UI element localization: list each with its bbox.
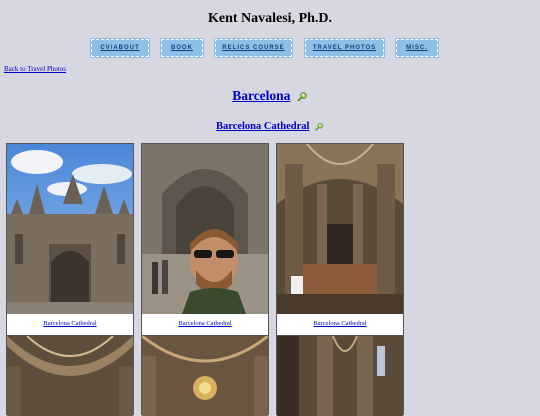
main-nav: CV/ABOUT BOOK RELICS COURSE TRAVEL PHOTO…	[0, 39, 540, 59]
photo-thumbnail[interactable]	[277, 144, 403, 314]
city-heading: Barcelona	[0, 88, 540, 104]
photo-card: Barcelona Cathedral	[141, 143, 269, 336]
map-pin-icon[interactable]	[314, 122, 324, 132]
photo-thumbnail[interactable]	[7, 336, 133, 416]
nav-travel-photos[interactable]: TRAVEL PHOTOS	[305, 39, 384, 57]
photo-thumbnail[interactable]	[7, 144, 133, 314]
place-heading-link[interactable]: Barcelona Cathedral	[216, 121, 309, 132]
site-title: Kent Navalesi, Ph.D.	[207, 11, 333, 26]
place-heading: Barcelona Cathedral	[0, 121, 540, 132]
nav-cv-about[interactable]: CV/ABOUT	[91, 39, 149, 57]
nav-relics-course[interactable]: RELICS COURSE	[215, 39, 292, 57]
photo-card: Barcelona Cathedral	[6, 143, 134, 336]
photo-card	[276, 335, 404, 416]
photo-caption-link[interactable]: Barcelona Cathedral	[142, 320, 268, 327]
back-to-travel-photos-link[interactable]: Back to Travel Photos	[4, 65, 66, 73]
photo-thumbnail[interactable]	[142, 144, 268, 314]
photo-thumbnail[interactable]	[277, 336, 403, 416]
nav-book[interactable]: BOOK	[161, 39, 203, 57]
city-heading-link[interactable]: Barcelona	[232, 88, 290, 103]
photo-caption-link[interactable]: Barcelona Cathedral	[277, 320, 403, 327]
photo-card: Barcelona Cathedral	[276, 143, 404, 336]
nav-misc[interactable]: MISC.	[396, 39, 438, 57]
photo-card	[6, 335, 134, 416]
photo-caption-link[interactable]: Barcelona Cathedral	[7, 320, 133, 327]
photo-card	[141, 335, 269, 416]
photo-thumbnail[interactable]	[142, 336, 268, 416]
map-pin-icon[interactable]	[296, 91, 308, 103]
